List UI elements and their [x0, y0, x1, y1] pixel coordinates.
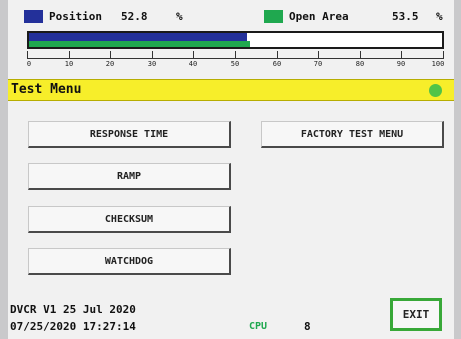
ramp-button[interactable]: RAMP: [28, 163, 231, 190]
scale-tick-label: 20: [105, 60, 115, 68]
scale-tick-label: 10: [64, 60, 74, 68]
scale-tick: [27, 51, 28, 59]
scale-tick-label: 60: [272, 60, 282, 68]
scale-tick: [360, 51, 361, 59]
response-time-button[interactable]: RESPONSE TIME: [28, 121, 231, 148]
percent-scale: 0 10 20 30 40 50 60 70 80 90 100: [27, 51, 444, 75]
cpu-label: CPU: [249, 321, 268, 332]
position-swatch-icon: [24, 10, 43, 23]
open-area-legend: Open Area 53.5 %: [264, 10, 452, 24]
scale-tick-label: 40: [188, 60, 198, 68]
status-led-icon: [429, 84, 442, 97]
open-area-label: Open Area: [289, 10, 349, 23]
scale-tick: [401, 51, 402, 59]
scale-tick: [193, 51, 194, 59]
open-area-fill: [29, 41, 250, 47]
scale-tick-label: 80: [355, 60, 365, 68]
menu-title: Test Menu: [11, 82, 82, 97]
position-legend: Position 52.8 %: [24, 10, 224, 24]
date-time: 07/25/2020 17:27:14: [10, 320, 136, 333]
open-area-value: 53.5: [392, 10, 419, 23]
scale-tick-label: 0: [26, 60, 32, 68]
cpu-value: 8: [304, 320, 311, 333]
checksum-button[interactable]: CHECKSUM: [28, 206, 231, 233]
controller-screen: Position 52.8 % Open Area 53.5 % 0 10 20 30…: [8, 0, 454, 339]
scale-tick-label: 50: [230, 60, 240, 68]
position-unit: %: [176, 10, 183, 23]
position-open-area-bar: [27, 31, 444, 49]
scale-tick: [110, 51, 111, 59]
position-label: Position: [49, 10, 102, 23]
firmware-version: DVCR V1 25 Jul 2020: [10, 303, 136, 316]
open-area-unit: %: [436, 10, 443, 23]
factory-test-menu-button[interactable]: FACTORY TEST MENU: [261, 121, 444, 148]
watchdog-button[interactable]: WATCHDOG: [28, 248, 231, 275]
scale-tick: [235, 51, 236, 59]
menu-title-bar: Test Menu: [8, 79, 454, 101]
scale-tick: [277, 51, 278, 59]
scale-tick: [69, 51, 70, 59]
scale-tick-label: 90: [396, 60, 406, 68]
position-value: 52.8: [121, 10, 148, 23]
open-area-swatch-icon: [264, 10, 283, 23]
position-fill: [29, 33, 248, 41]
scale-tick: [152, 51, 153, 59]
scale-tick-label: 100: [431, 60, 445, 68]
scale-tick-label: 70: [313, 60, 323, 68]
scale-tick-label: 30: [147, 60, 157, 68]
scale-tick: [318, 51, 319, 59]
scale-tick: [443, 51, 444, 59]
exit-button[interactable]: EXIT: [390, 298, 442, 331]
